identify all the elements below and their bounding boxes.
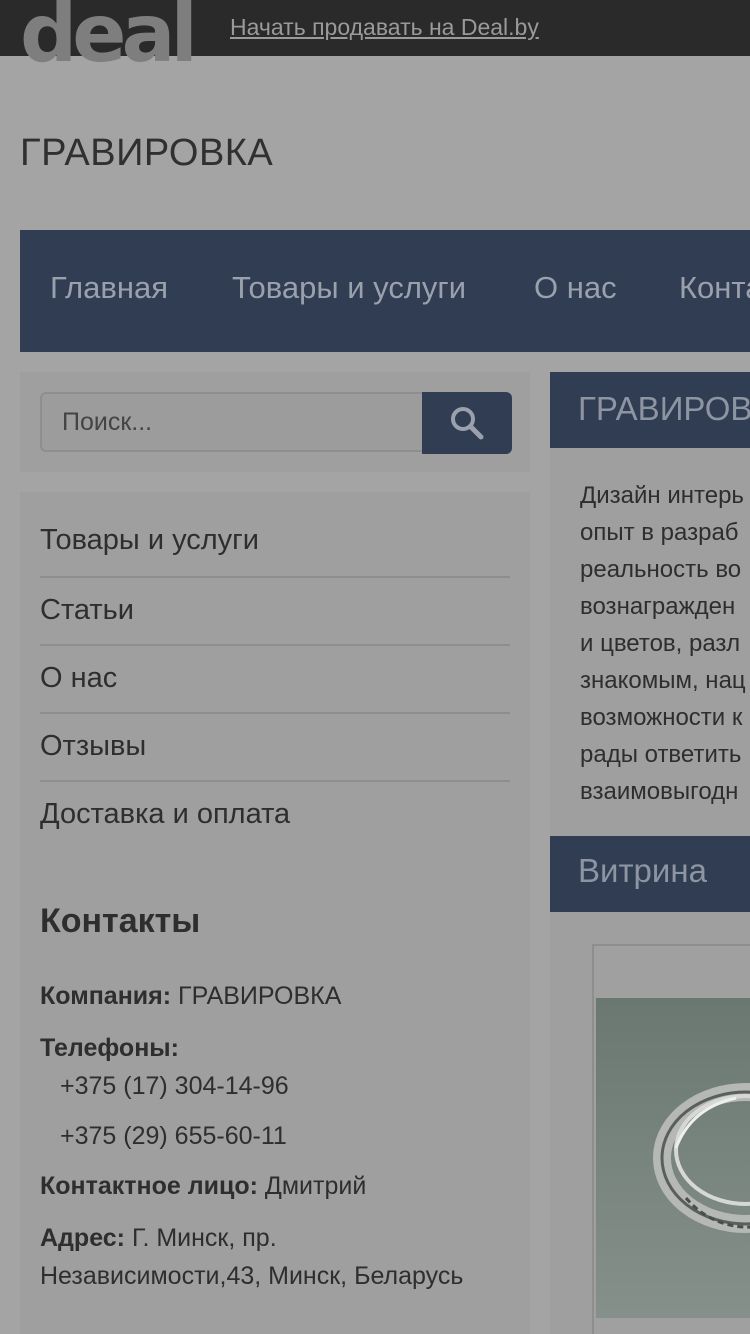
contact-company: Компания: ГРАВИРОВКА bbox=[40, 982, 341, 1011]
address-line-1: Г. Минск, пр. bbox=[131, 1224, 277, 1252]
description-line: знакомым, нац bbox=[580, 667, 746, 694]
nav-item-home[interactable]: Главная bbox=[50, 270, 168, 306]
sidebar-panel: Товары и услуги Статьи О нас Отзывы Дост… bbox=[20, 492, 530, 1334]
description-line: взаимовыгодн bbox=[580, 778, 739, 805]
description-panel: Дизайн интерь опыт в разраб реальность в… bbox=[550, 448, 750, 836]
address-label: Адрес: bbox=[40, 1224, 125, 1252]
nav-item-products[interactable]: Товары и услуги bbox=[232, 270, 466, 306]
contact-phones: Телефоны: bbox=[40, 1034, 179, 1063]
site-title: ГРАВИРОВКА bbox=[20, 132, 274, 174]
sidebar-item-reviews[interactable]: Отзывы bbox=[40, 730, 510, 763]
search-button[interactable] bbox=[422, 392, 512, 454]
description-line: и цветов, разл bbox=[580, 630, 741, 657]
contact-address: Адрес: Г. Минск, пр. bbox=[40, 1224, 277, 1253]
sidebar-item-articles[interactable]: Статьи bbox=[40, 594, 510, 627]
ring-image bbox=[596, 998, 750, 1318]
search-icon bbox=[451, 407, 484, 440]
description-line: возможности к bbox=[580, 704, 743, 731]
description-line: Дизайн интерь bbox=[580, 482, 744, 509]
sidebar-divider bbox=[40, 644, 510, 646]
search-panel bbox=[20, 372, 530, 472]
sidebar-item-products[interactable]: Товары и услуги bbox=[40, 524, 510, 557]
phone-2[interactable]: +375 (29) 655-60-11 bbox=[60, 1122, 287, 1151]
main-section-title: ГРАВИРОВ bbox=[578, 390, 750, 427]
description-line: реальность во bbox=[580, 556, 742, 583]
vitrina-panel bbox=[550, 912, 750, 1334]
start-selling-link[interactable]: Начать продавать на Deal.by bbox=[230, 14, 539, 41]
vitrina-title: Витрина bbox=[578, 852, 707, 889]
address-line-2: Независимости,43, Минск, Беларусь bbox=[40, 1262, 464, 1290]
product-card[interactable] bbox=[592, 944, 750, 1334]
nav-item-about[interactable]: О нас bbox=[534, 270, 617, 306]
description-line: вознагражден bbox=[580, 593, 736, 620]
deal-logo[interactable]: deal bbox=[20, 0, 198, 74]
description-line: опыт в разраб bbox=[580, 519, 739, 546]
sidebar-divider bbox=[40, 712, 510, 714]
phones-label: Телефоны: bbox=[40, 1034, 179, 1062]
sidebar-divider bbox=[40, 576, 510, 578]
sidebar-item-about[interactable]: О нас bbox=[40, 662, 510, 695]
sidebar-divider bbox=[40, 780, 510, 782]
company-value: ГРАВИРОВКА bbox=[178, 982, 342, 1010]
contacts-title: Контакты bbox=[40, 902, 201, 940]
person-label: Контактное лицо: bbox=[40, 1172, 258, 1200]
company-label: Компания: bbox=[40, 982, 172, 1010]
search-input[interactable] bbox=[40, 392, 424, 452]
top-bar: deal Начать продавать на Deal.by bbox=[0, 0, 750, 74]
nav-item-contacts[interactable]: Конта bbox=[679, 270, 750, 306]
sidebar-item-delivery[interactable]: Доставка и оплата bbox=[40, 798, 510, 831]
phone-1[interactable]: +375 (17) 304-14-96 bbox=[60, 1072, 289, 1101]
description-line: рады ответить bbox=[580, 741, 742, 768]
contact-person: Контактное лицо: Дмитрий bbox=[40, 1172, 366, 1201]
product-image[interactable] bbox=[596, 998, 750, 1318]
main-section-header: ГРАВИРОВ bbox=[550, 372, 750, 448]
main-nav: Главная Товары и услуги О нас Конта bbox=[20, 230, 750, 352]
vitrina-header: Витрина bbox=[550, 836, 750, 912]
person-value: Дмитрий bbox=[264, 1172, 367, 1200]
